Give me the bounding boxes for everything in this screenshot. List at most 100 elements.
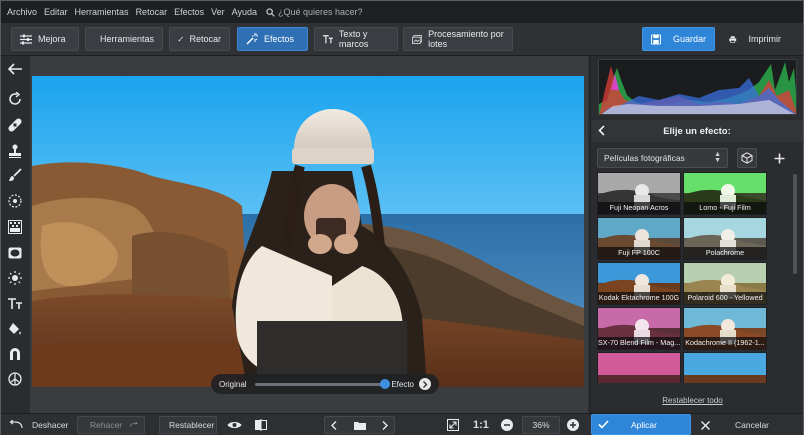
reset-label: Restablecer	[169, 420, 215, 430]
main-toolbar: Mejora Herramientas Retocar Efectos Text…	[1, 23, 803, 56]
printer-icon	[729, 35, 737, 43]
actual-size-button[interactable]: 1:1	[473, 416, 489, 434]
before-after-compare: Original Efecto	[211, 374, 439, 394]
prev-photo-icon[interactable]	[331, 420, 337, 430]
effect-label: Fuji Neopan Acros	[598, 202, 680, 214]
scrollbar-thumb[interactable]	[793, 174, 797, 274]
brush-icon[interactable]	[6, 166, 24, 184]
checkmark-icon	[598, 420, 609, 429]
effect-tile[interactable]	[597, 352, 681, 383]
pin-icon[interactable]	[6, 370, 24, 388]
magnet-icon[interactable]	[6, 345, 24, 363]
tab-texto-marcos[interactable]: Texto y marcos	[314, 27, 398, 51]
effect-tile[interactable]: SX-70 Blend Film - Mag...	[597, 307, 681, 350]
folder-icon[interactable]	[353, 421, 366, 430]
zoom-out-button[interactable]	[501, 416, 513, 434]
rotate-icon[interactable]	[6, 90, 24, 108]
search-placeholder: ¿Qué quieres hacer?	[277, 7, 363, 17]
reset-button[interactable]: Restablecer	[159, 416, 217, 434]
tab-efectos-label: Efectos	[264, 34, 295, 44]
effect-label: Kodak Ektachrome 100G	[598, 292, 680, 304]
tab-procesamiento-lotes[interactable]: Procesamiento por lotes	[403, 27, 513, 51]
print-label: Imprimir	[748, 34, 782, 44]
print-button[interactable]: Imprimir	[720, 27, 790, 51]
undo-button[interactable]: Deshacer	[9, 416, 68, 434]
apply-label: Aplicar	[631, 419, 657, 430]
save-button[interactable]: Guardar	[642, 27, 715, 51]
effect-tile[interactable]: Fuji Neopan Acros	[597, 172, 681, 215]
cancel-label: Cancelar	[735, 420, 770, 430]
effect-tile[interactable]: Polaroid 600 - Yellowed	[683, 262, 767, 305]
radial-filter-icon[interactable]	[6, 192, 24, 210]
zoom-in-button[interactable]	[567, 416, 579, 434]
menu-ayuda[interactable]: Ayuda	[232, 7, 257, 17]
effect-tile[interactable]	[683, 352, 767, 383]
effects-title: Elije un efecto:	[663, 125, 731, 137]
effect-label: Fuji FP 100C	[598, 247, 680, 259]
gradient-icon[interactable]	[6, 218, 24, 236]
edited-photo[interactable]	[32, 76, 584, 387]
light-icon[interactable]	[6, 269, 24, 287]
back-arrow-icon[interactable]	[6, 60, 24, 78]
canvas-area[interactable]: Original Efecto	[30, 56, 588, 413]
effect-label: Polachrome	[684, 247, 766, 259]
effect-label: SX-70 Blend Film - Mag...	[598, 337, 680, 349]
compare-next-icon[interactable]	[419, 378, 431, 390]
back-chevron-icon[interactable]	[598, 125, 606, 139]
effects-header: Elije un efecto:	[591, 120, 803, 142]
menu-archivo[interactable]: Archivo	[7, 7, 37, 17]
tab-mejora[interactable]: Mejora	[11, 27, 79, 51]
effect-category-value: Películas fotográficas	[604, 153, 685, 163]
undo-icon	[9, 420, 23, 429]
tab-herramientas[interactable]: Herramientas	[85, 27, 163, 51]
add-effect-button[interactable]	[769, 148, 789, 168]
next-photo-icon[interactable]	[382, 420, 388, 430]
effect-label: Kodachrome II (1962-1...	[684, 337, 766, 349]
effect-tile[interactable]: Lomo - Fuji Film	[683, 172, 767, 215]
updown-arrows-icon: ▲ ▼	[714, 151, 721, 164]
effect-tile[interactable]: Fuji FP 100C	[597, 217, 681, 260]
tab-herramientas-label: Herramientas	[100, 34, 155, 44]
menu-herramientas[interactable]: Herramientas	[75, 7, 129, 17]
menu-retocar[interactable]: Retocar	[136, 7, 168, 17]
effects-scrollbar[interactable]	[792, 172, 798, 383]
menu-efectos[interactable]: Efectos	[174, 7, 204, 17]
bandage-icon[interactable]	[6, 116, 24, 134]
effects-panel: Elije un efecto: Películas fotográficas …	[590, 56, 803, 413]
compare-original-label: Original	[219, 379, 247, 389]
reset-all-link[interactable]: Restablecer todo	[591, 396, 794, 405]
split-view-button[interactable]	[255, 416, 267, 434]
redo-icon	[130, 421, 138, 427]
zoom-level[interactable]: 36%	[522, 416, 560, 434]
compare-slider-knob[interactable]	[380, 378, 391, 389]
effects-grid: Fuji Neopan Acros Lomo - Fuji Film Fuji …	[597, 172, 790, 383]
zoom-out-icon	[501, 419, 513, 431]
apply-button[interactable]: Aplicar	[591, 414, 691, 435]
fill-icon[interactable]	[6, 320, 24, 338]
menu-editar[interactable]: Editar	[44, 7, 68, 17]
effect-tile[interactable]: Kodak Ektachrome 100G	[597, 262, 681, 305]
fit-screen-button[interactable]	[447, 416, 459, 434]
fit-screen-icon	[447, 419, 459, 431]
text-icon[interactable]	[6, 295, 24, 313]
preview-eye-button[interactable]	[227, 416, 242, 434]
cube-button[interactable]	[737, 148, 757, 168]
redo-button[interactable]: Rehacer	[77, 416, 145, 434]
menu-ver[interactable]: Ver	[211, 7, 225, 17]
plus-icon	[774, 153, 784, 163]
search-box[interactable]: ¿Qué quieres hacer?	[266, 7, 363, 17]
compare-slider-track[interactable]	[254, 378, 391, 389]
tab-mejora-label: Mejora	[38, 34, 66, 44]
save-label: Guardar	[672, 34, 706, 44]
effect-label: Lomo - Fuji Film	[684, 202, 766, 214]
tab-efectos[interactable]: Efectos	[237, 27, 308, 51]
cancel-button[interactable]: Cancelar	[701, 416, 769, 434]
vignette-icon[interactable]	[6, 244, 24, 262]
tab-retocar[interactable]: Retocar	[169, 27, 230, 51]
effect-tile[interactable]: Polachrome	[683, 217, 767, 260]
effect-category-select[interactable]: Películas fotográficas ▲ ▼	[597, 148, 728, 168]
effect-tile[interactable]: Kodachrome II (1962-1...	[683, 307, 767, 350]
stamp-icon[interactable]	[6, 142, 24, 160]
brush-icon	[178, 36, 184, 42]
tab-texto-label: Texto y marcos	[338, 29, 369, 49]
